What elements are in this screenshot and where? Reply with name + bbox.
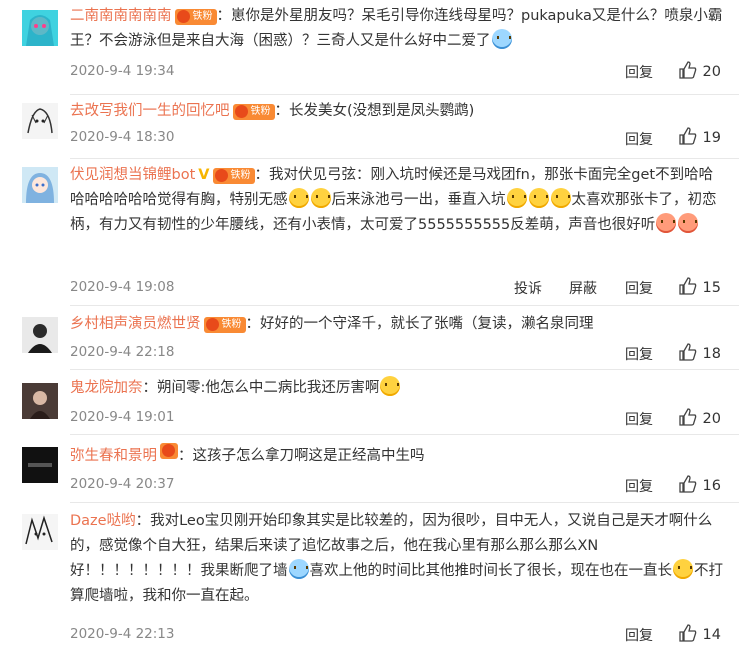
- username-link[interactable]: 二南南南南南南: [70, 8, 172, 24]
- thumbs-up-icon: [678, 277, 697, 299]
- fan-badge[interactable]: 铁粉: [232, 104, 275, 120]
- fan-badge[interactable]: 铁粉: [203, 317, 246, 333]
- like-button[interactable]: 16: [678, 475, 721, 497]
- like-count: 14: [702, 627, 721, 643]
- reply-button[interactable]: 回复: [625, 344, 653, 364]
- avatar[interactable]: [22, 317, 58, 353]
- emoji-icon: [528, 188, 549, 208]
- comment-time: 2020-9-4 22:18: [70, 344, 175, 360]
- like-count: 18: [702, 346, 721, 362]
- reply-button[interactable]: 回复: [625, 476, 653, 496]
- comment-time: 2020-9-4 22:13: [70, 626, 175, 642]
- like-button[interactable]: 20: [678, 61, 721, 83]
- comment-text: Daze哒哟：我对Leo宝贝刚开始印象其实是比较差的，因为很吵，目中无人，又说自…: [70, 509, 725, 609]
- comment-time: 2020-9-4 19:34: [70, 63, 175, 79]
- comment-item: Daze哒哟：我对Leo宝贝刚开始印象其实是比较差的，因为很吵，目中无人，又说自…: [0, 503, 739, 648]
- comment-text: 乡村相声演员燃世贤 铁粉 ：好好的一个守泽千，就长了张嘴（复读，濑名泉同理: [70, 312, 725, 337]
- thumbs-up-icon: [678, 61, 697, 83]
- emoji-icon: [506, 188, 527, 208]
- avatar[interactable]: [22, 103, 58, 139]
- comment-time: 2020-9-4 18:30: [70, 129, 175, 145]
- comment-text: 弥生春和景明 ：这孩子怎么拿刀啊这是正经高中生吗: [70, 443, 725, 469]
- report-button[interactable]: 投诉: [514, 278, 542, 298]
- emoji-icon: [678, 213, 699, 233]
- emoji-icon: [288, 559, 309, 579]
- fan-badge[interactable]: 铁粉: [174, 9, 217, 25]
- comment-time: 2020-9-4 19:01: [70, 409, 175, 425]
- avatar[interactable]: [22, 383, 58, 419]
- emoji-icon: [656, 213, 677, 233]
- comment-time: 2020-9-4 19:08: [70, 279, 175, 295]
- avatar[interactable]: [22, 447, 58, 483]
- thumbs-up-icon: [678, 343, 697, 365]
- comment-body: ：这孩子怎么拿刀啊这是正经高中生吗: [178, 448, 425, 464]
- emoji-icon: [288, 188, 309, 208]
- block-button[interactable]: 屏蔽: [569, 278, 597, 298]
- comment-body: ：朔间零:他怎么中二病比我还厉害啊: [142, 380, 380, 396]
- comment-item: 二南南南南南南 铁粉 ：崽你是外星朋友吗？呆毛引导你连线母星吗？pukapuka又是…: [0, 0, 739, 94]
- thumbs-up-icon: [678, 475, 697, 497]
- avatar[interactable]: [22, 10, 58, 46]
- comment-body: 后来泳池弓一出，垂直入坑: [331, 192, 506, 208]
- avatar[interactable]: [22, 514, 58, 550]
- comment-text: 伏见润想当锦鲤bot V 铁粉 ：我对伏见弓弦：刚入坑时候还是马戏团fn，那张卡面完全…: [70, 163, 725, 238]
- username-link[interactable]: 伏见润想当锦鲤bot: [70, 167, 195, 183]
- emoji-icon: [491, 29, 512, 49]
- like-count: 20: [702, 411, 721, 427]
- reply-button[interactable]: 回复: [625, 409, 653, 429]
- username-link[interactable]: Daze哒哟: [70, 513, 136, 529]
- username-link[interactable]: 去改写我们一生的回忆吧: [70, 103, 230, 119]
- emoji-icon: [550, 188, 571, 208]
- like-button[interactable]: 14: [678, 624, 721, 646]
- like-button[interactable]: 19: [678, 127, 721, 149]
- comment-body: ：好好的一个守泽千，就长了张嘴（复读，濑名泉同理: [245, 316, 594, 332]
- emoji-icon: [380, 376, 401, 396]
- comment-body: 喜欢上他的时间比其他推时间长了很长，现在也在一直长: [309, 563, 673, 579]
- like-count: 16: [702, 478, 721, 494]
- avatar[interactable]: [22, 167, 58, 203]
- reply-button[interactable]: 回复: [625, 62, 653, 82]
- like-button[interactable]: 18: [678, 343, 721, 365]
- like-count: 19: [702, 130, 721, 146]
- emoji-icon: [673, 559, 693, 579]
- comment-item: 伏见润想当锦鲤bot V 铁粉 ：我对伏见弓弦：刚入坑时候还是马戏团fn，那张卡面完全…: [0, 159, 739, 304]
- like-button[interactable]: 15: [678, 277, 721, 299]
- emoji-icon: [310, 188, 331, 208]
- thumbs-up-icon: [678, 408, 697, 430]
- username-link[interactable]: 鬼龙院加奈: [70, 380, 143, 396]
- comment-body: ：长发美女(没想到是凤头鹦鹉): [274, 103, 475, 119]
- reply-button[interactable]: 回复: [625, 278, 653, 298]
- comment-item: 鬼龙院加奈：朔间零:他怎么中二病比我还厉害啊 2020-9-4 19:01 回复…: [0, 370, 739, 433]
- comment-time: 2020-9-4 20:37: [70, 476, 175, 492]
- comment-text: 去改写我们一生的回忆吧 铁粉 ：长发美女(没想到是凤头鹦鹉): [70, 99, 725, 124]
- comment-text: 二南南南南南南 铁粉 ：崽你是外星朋友吗？呆毛引导你连线母星吗？pukapuka又是…: [70, 4, 725, 54]
- username-link[interactable]: 乡村相声演员燃世贤: [70, 316, 201, 332]
- comment-item: 去改写我们一生的回忆吧 铁粉 ：长发美女(没想到是凤头鹦鹉) 2020-9-4 18…: [0, 95, 739, 158]
- like-button[interactable]: 20: [678, 408, 721, 430]
- reply-button[interactable]: 回复: [625, 625, 653, 645]
- reply-button[interactable]: 回复: [625, 129, 653, 149]
- fan-badge[interactable]: 铁粉: [212, 168, 255, 184]
- fan-badge[interactable]: [160, 443, 178, 459]
- like-count: 20: [702, 64, 721, 80]
- username-link[interactable]: 弥生春和景明: [70, 448, 157, 464]
- thumbs-up-icon: [678, 624, 697, 646]
- comment-text: 鬼龙院加奈：朔间零:他怎么中二病比我还厉害啊: [70, 376, 725, 401]
- verified-icon: V: [198, 167, 210, 183]
- comment-item: 弥生春和景明 ：这孩子怎么拿刀啊这是正经高中生吗 2020-9-4 20:37 回…: [0, 435, 739, 501]
- like-count: 15: [702, 280, 721, 296]
- thumbs-up-icon: [678, 127, 697, 149]
- comment-item: 乡村相声演员燃世贤 铁粉 ：好好的一个守泽千，就长了张嘴（复读，濑名泉同理 2020…: [0, 306, 739, 369]
